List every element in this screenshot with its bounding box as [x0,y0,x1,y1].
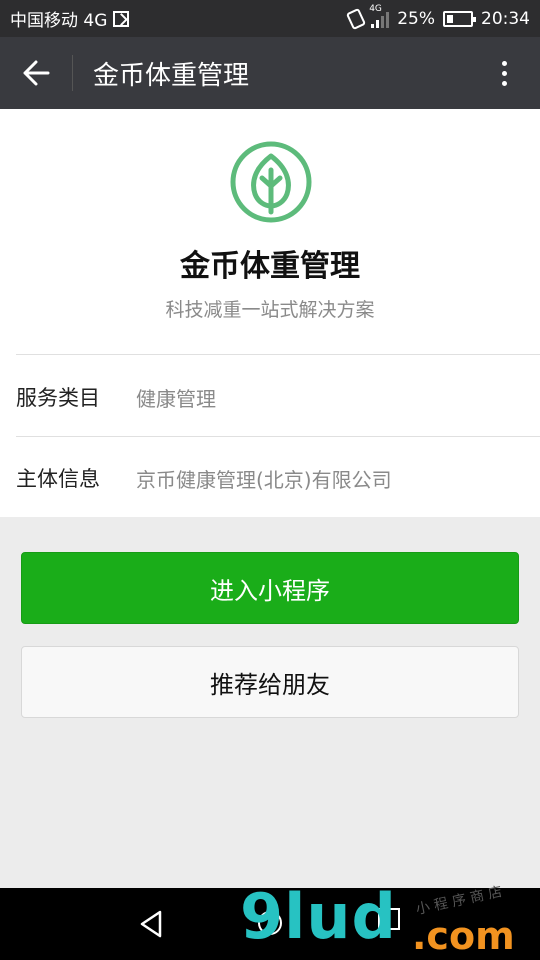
app-info-card: 金币体重管理 科技减重一站式解决方案 服务类目 健康管理 主体信息 京币健康管理… [0,109,540,517]
status-right: 4G 25% 20:34 [346,4,530,30]
status-left: 中国移动 4G [10,6,130,31]
divider-top [16,354,540,355]
status-bar: 中国移动 4G 4G 25% 20:34 [0,0,540,37]
signal-wrapper: 4G [369,4,390,28]
vibrate-icon [346,7,367,30]
info-row-label: 主体信息 [16,467,100,491]
app-name: 金币体重管理 [180,249,360,284]
nav-back-icon[interactable] [136,908,168,940]
enter-mini-program-button[interactable]: 进入小程序 [21,552,519,624]
network-badge: 4G [369,3,382,14]
header-divider [72,55,73,91]
app-slogan: 科技减重一站式解决方案 [165,299,375,321]
back-arrow-icon [23,60,50,86]
clock-time: 20:34 [481,8,530,29]
divider-middle [16,436,540,437]
more-vertical-icon [501,60,507,86]
battery-icon [443,10,476,27]
recommend-to-friend-button[interactable]: 推荐给朋友 [21,646,519,718]
info-row-category: 服务类目 健康管理 [16,357,540,437]
carrier-label: 中国移动 4G [10,11,108,31]
back-button[interactable] [0,37,72,109]
nav-home-icon[interactable] [258,911,282,935]
page-title: 金币体重管理 [93,60,250,91]
leaf-icon [230,141,312,223]
info-row-label: 服务类目 [16,386,100,410]
battery-percent: 25% [397,8,435,29]
info-row-value: 京币健康管理(北京)有限公司 [136,467,392,492]
nav-recent-icon[interactable] [378,908,400,930]
info-row-entity: 主体信息 京币健康管理(北京)有限公司 [16,438,540,518]
more-options-button[interactable] [486,55,522,91]
image-icon [113,10,130,27]
system-nav-bar [0,888,540,960]
info-row-value: 健康管理 [136,386,216,411]
app-header: 金币体重管理 [0,37,540,109]
